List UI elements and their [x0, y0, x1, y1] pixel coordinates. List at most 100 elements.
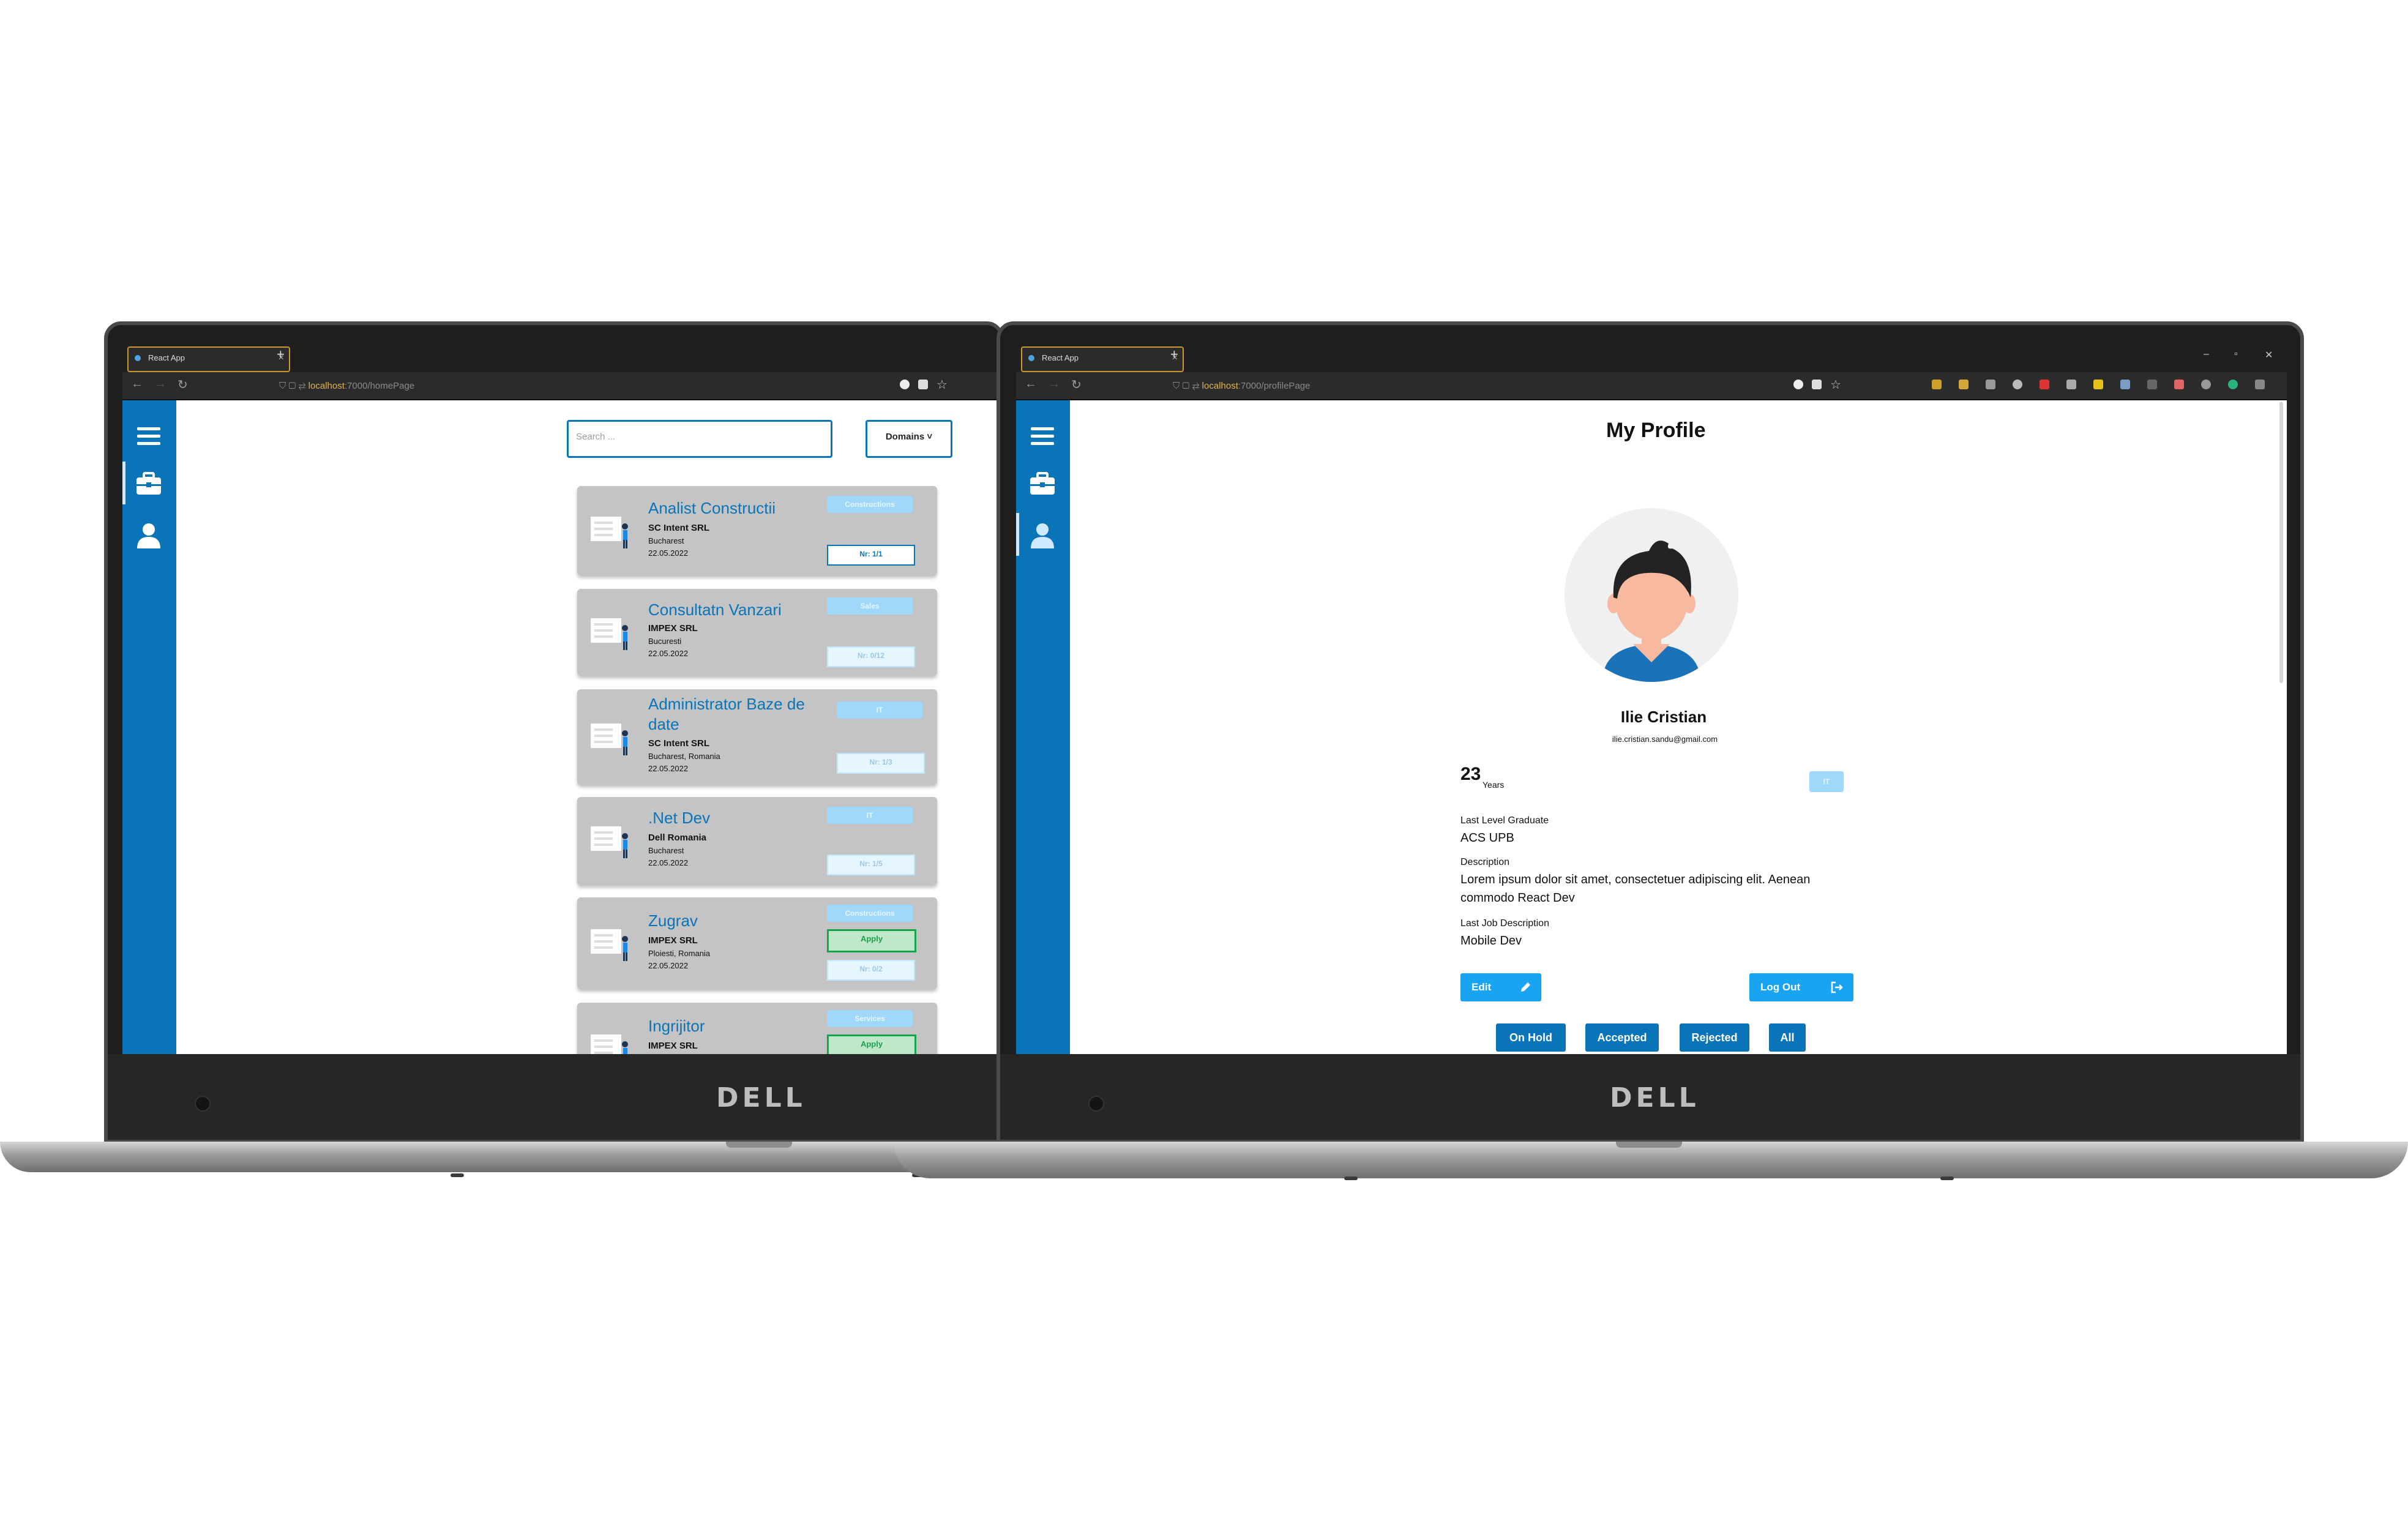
hamburger-icon[interactable] [1027, 424, 1058, 454]
job-title[interactable]: Consultatn Vanzari [648, 600, 832, 620]
apply-button[interactable]: Apply [827, 1034, 916, 1054]
menu-icon[interactable] [2255, 380, 2265, 389]
url-field[interactable]: ⛉ ▢ ⇄ localhost:7000/homePage [279, 378, 952, 394]
profile-name: Ilie Cristian [1620, 708, 1707, 726]
close-window-icon[interactable]: ✕ [2265, 349, 2273, 361]
job-date: 22.05.2022 [648, 649, 689, 658]
left-base-notch [726, 1142, 792, 1148]
user-icon[interactable] [1027, 520, 1058, 551]
url-field[interactable]: ⛉ ▢ ⇄ localhost:7000/profilePage [1173, 378, 1724, 394]
job-title[interactable]: .Net Dev [648, 808, 832, 828]
scrollbar[interactable] [2279, 402, 2283, 683]
forward-icon[interactable]: → [154, 377, 166, 391]
logout-button[interactable]: Log Out [1749, 973, 1853, 1001]
last-job-label: Last Job Description [1460, 918, 1549, 929]
page-title: My Profile [1606, 419, 1706, 442]
logout-icon [1831, 981, 1843, 993]
job-card[interactable]: Zugrav IMPEX SRL Ploiesti, Romania 22.05… [577, 897, 937, 989]
active-indicator [122, 462, 125, 504]
job-location: Bucharest [648, 536, 684, 545]
tool-icon[interactable] [2147, 380, 2157, 389]
job-illustration-icon [591, 929, 628, 961]
back-icon[interactable]: ← [1025, 377, 1037, 391]
apply-button[interactable]: Apply [827, 929, 916, 952]
job-company: IMPEX SRL [648, 1041, 698, 1051]
filter-rejected-button[interactable]: Rejected [1680, 1023, 1749, 1052]
job-card[interactable]: .Net Dev Dell Romania Bucharest 22.05.20… [577, 797, 937, 885]
job-title[interactable]: Zugrav [648, 911, 832, 931]
settings-icon[interactable] [2013, 380, 2022, 389]
pocket-icon[interactable] [1932, 380, 1942, 389]
bookmark-star-icon[interactable]: ☆ [1830, 377, 1841, 392]
job-title[interactable]: Administrator Baze de date [648, 694, 826, 735]
job-card[interactable]: Consultatn Vanzari IMPEX SRL Bucuresti 2… [577, 589, 937, 676]
right-foot [1940, 1176, 1954, 1180]
job-company: SC Intent SRL [648, 738, 709, 749]
description-value: Lorem ipsum dolor sit amet, consectetuer… [1460, 873, 1811, 905]
library-icon[interactable] [1986, 380, 1995, 389]
browser-tab[interactable]: React App × [1021, 346, 1184, 372]
maximize-icon[interactable]: ▫ [2234, 349, 2238, 360]
extension-icon[interactable] [2066, 380, 2076, 389]
domains-dropdown[interactable]: Domains ˅ [866, 420, 952, 458]
domain-badge: IT [827, 807, 913, 824]
screenshot-icon[interactable] [2120, 380, 2130, 389]
extensions-icon[interactable] [918, 380, 928, 389]
left-foot [451, 1173, 464, 1177]
avatar [1565, 508, 1738, 682]
sync-icon[interactable] [2228, 380, 2238, 389]
age-unit: Years [1483, 780, 1505, 790]
account-icon[interactable] [2201, 380, 2211, 389]
left-browser-screen: React App × + ← → ↻ ⛉ ▢ ⇄ localhost:7000… [122, 343, 999, 1054]
bookmark-star-icon[interactable]: ☆ [937, 377, 948, 392]
new-tab-icon[interactable]: + [1170, 346, 1178, 362]
reload-icon[interactable]: ↻ [1071, 377, 1082, 392]
adblock-icon[interactable] [2040, 380, 2049, 389]
job-card[interactable]: Administrator Baze de date SC Intent SRL… [577, 689, 937, 785]
shield-icon: ⛉ ▢ ⇄ [279, 381, 308, 391]
filter-all-button[interactable]: All [1769, 1023, 1806, 1052]
job-card[interactable]: Ingrijitor IMPEX SRL Services Apply [577, 1003, 937, 1054]
left-laptop-chin [108, 1054, 1000, 1140]
right-camera [1088, 1096, 1104, 1112]
download-icon[interactable] [1959, 380, 1969, 389]
shield-ext-icon[interactable] [2174, 380, 2184, 389]
job-date: 22.05.2022 [648, 858, 689, 867]
profile-icon[interactable] [1793, 380, 1803, 389]
domain-badge: IT [1809, 771, 1844, 792]
profile-icon[interactable] [900, 380, 910, 389]
new-tab-icon[interactable]: + [277, 346, 285, 362]
filter-accepted-button[interactable]: Accepted [1585, 1023, 1659, 1052]
edit-button[interactable]: Edit [1460, 973, 1541, 1001]
logout-label: Log Out [1760, 981, 1801, 993]
last-job-value: Mobile Dev [1460, 934, 1522, 948]
briefcase-icon[interactable] [1027, 469, 1058, 499]
browser-tab[interactable]: React App × [127, 346, 290, 372]
job-title[interactable]: Ingrijitor [648, 1016, 832, 1036]
reload-icon[interactable]: ↻ [178, 377, 188, 392]
search-input[interactable]: Search ... [567, 420, 832, 458]
job-card[interactable]: Analist Constructii SC Intent SRL Buchar… [577, 486, 937, 575]
positions-badge: Nr: 1/5 [827, 855, 915, 875]
minimize-icon[interactable]: – [2204, 349, 2209, 360]
job-date: 22.05.2022 [648, 961, 689, 970]
hamburger-icon[interactable] [133, 424, 164, 454]
user-icon[interactable] [133, 520, 164, 551]
positions-badge: Nr: 0/2 [827, 960, 915, 981]
address-bar: ← → ↻ ⛉ ▢ ⇄ localhost:7000/homePage ☆ [122, 372, 999, 400]
age-value: 23 [1460, 764, 1481, 784]
job-title[interactable]: Analist Constructii [648, 498, 832, 518]
job-illustration-icon [591, 1034, 628, 1054]
job-date: 22.05.2022 [648, 548, 689, 558]
briefcase-icon[interactable] [133, 469, 164, 499]
job-location: Bucharest, Romania [648, 752, 720, 761]
filter-on-hold-button[interactable]: On Hold [1496, 1023, 1566, 1052]
forward-icon[interactable]: → [1048, 377, 1060, 391]
description-label: Description [1460, 857, 1510, 867]
extensions-icon[interactable] [1812, 380, 1822, 389]
left-dell-logo: DELL [716, 1082, 806, 1113]
notes-icon[interactable] [2093, 380, 2103, 389]
shield-icon: ⛉ ▢ ⇄ [1173, 381, 1202, 391]
back-icon[interactable]: ← [131, 377, 143, 391]
active-indicator [1016, 513, 1019, 556]
